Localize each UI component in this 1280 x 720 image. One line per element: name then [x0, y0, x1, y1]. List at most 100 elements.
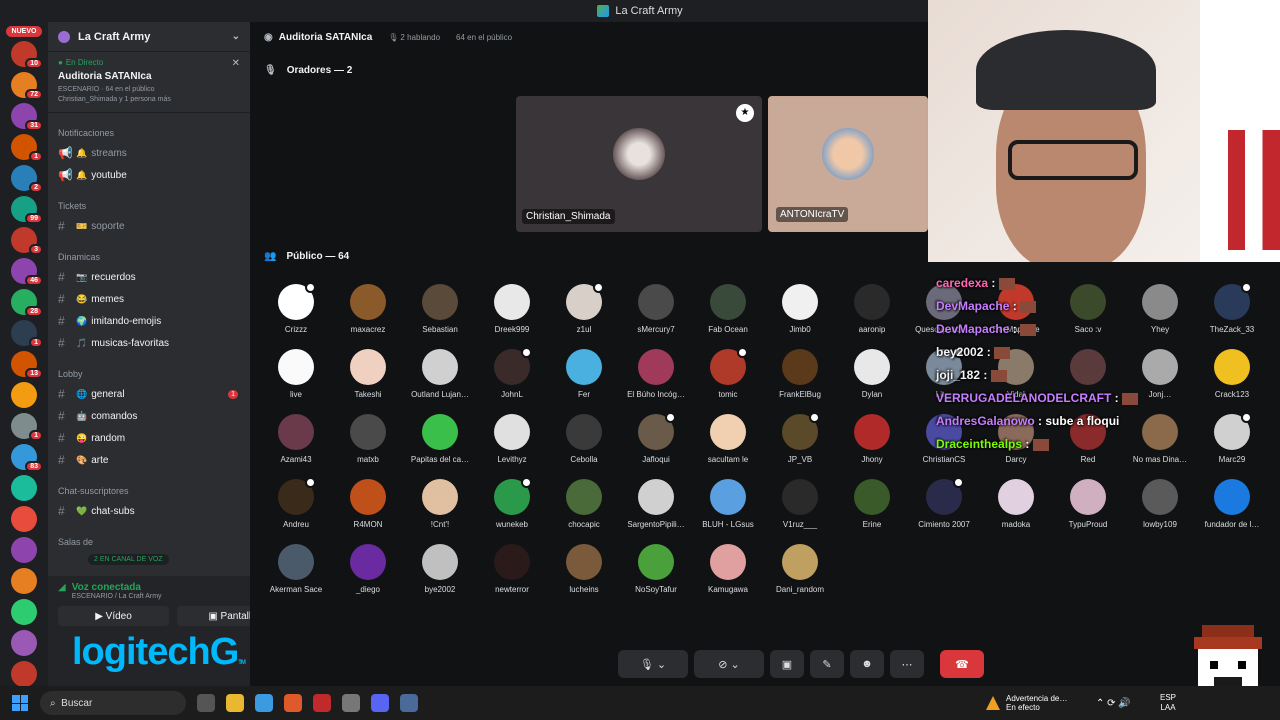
discord-icon[interactable] — [371, 694, 389, 712]
audience-member[interactable]: z1ul — [544, 282, 624, 334]
server-icon[interactable] — [11, 630, 37, 656]
audience-member[interactable]: sMercury7 — [616, 284, 696, 334]
signal-icon[interactable]: ◢ — [58, 582, 66, 593]
audience-member[interactable]: Akerman Sace — [256, 544, 336, 594]
audience-member[interactable]: Crack123 — [1192, 349, 1272, 399]
settings-icon[interactable] — [400, 694, 418, 712]
audience-member[interactable]: BLUH - LGsus — [688, 479, 768, 529]
audience-member[interactable]: lowby109 — [1120, 479, 1200, 529]
channel-youtube[interactable]: 📢 🔔 youtube — [48, 164, 250, 186]
audience-member[interactable]: Cimiento 2007 — [904, 477, 984, 529]
server-icon[interactable] — [11, 506, 37, 532]
file-explorer-icon[interactable] — [226, 694, 244, 712]
audience-member[interactable]: lucheins — [544, 544, 624, 594]
audience-member[interactable]: maxacrez — [328, 284, 408, 334]
leave-stage-button[interactable]: ☎ — [940, 650, 984, 678]
channel-random[interactable]: # 😜 random — [48, 427, 250, 449]
channel-category[interactable]: Salas de — [48, 522, 250, 551]
audience-member[interactable]: Sebastian — [400, 284, 480, 334]
audience-member[interactable]: chocapic — [544, 479, 624, 529]
audience-member[interactable]: El Búho Incóg… — [616, 349, 696, 399]
audience-member[interactable]: JP_VB — [760, 412, 840, 464]
audience-member[interactable]: newterror — [472, 544, 552, 594]
guild-header[interactable]: La Craft Army ⌄ — [48, 22, 250, 52]
audience-member[interactable]: Jafloqui — [616, 412, 696, 464]
channel-memes[interactable]: # 😂 memes — [48, 288, 250, 310]
server-icon[interactable] — [11, 599, 37, 625]
audience-member[interactable]: Jhony — [832, 414, 912, 464]
server-icon[interactable]: 10 — [11, 41, 43, 69]
audience-member[interactable]: live — [256, 349, 336, 399]
channel-recuerdos[interactable]: # 📷 recuerdos — [48, 266, 250, 288]
speaker-tile[interactable]: ★ Christian_Shimada — [516, 96, 762, 232]
weather-warning[interactable]: Advertencia de… En efecto — [986, 694, 1067, 712]
channel-comandos[interactable]: # 🤖 comandos — [48, 405, 250, 427]
server-icon[interactable]: 99 — [11, 196, 43, 224]
server-icon[interactable] — [11, 568, 37, 594]
server-icon[interactable]: 72 — [11, 72, 43, 100]
audience-member[interactable]: Jimb0 — [760, 284, 840, 334]
audience-member[interactable]: Levithyz — [472, 414, 552, 464]
activity-button[interactable]: ✎ — [810, 650, 844, 678]
audience-member[interactable]: wunekeb — [472, 477, 552, 529]
audience-member[interactable]: Dylan — [832, 349, 912, 399]
audience-member[interactable]: Azami43 — [256, 414, 336, 464]
audience-member[interactable]: tomic — [688, 347, 768, 399]
obs-icon[interactable] — [342, 694, 360, 712]
taskbar-search[interactable]: ⌕ Buscar — [40, 691, 186, 715]
server-icon[interactable]: 2 — [11, 165, 43, 193]
live-stage-card[interactable]: En Directo Auditoria SATANIca ESCENARIO … — [48, 52, 250, 113]
channel-category[interactable]: Dinamicas — [48, 237, 250, 266]
audience-member[interactable]: fundador de l… — [1192, 479, 1272, 529]
audience-member[interactable]: TypuProud — [1048, 479, 1128, 529]
speaker-tile[interactable]: ANTONIcraTV — [768, 96, 928, 232]
app-icon[interactable] — [313, 694, 331, 712]
video-button[interactable]: ▶ Vídeo — [58, 606, 169, 626]
screen-share-button[interactable]: ▣ — [770, 650, 804, 678]
channel-streams[interactable]: 📢 🔔 streams — [48, 142, 250, 164]
more-button[interactable]: ⋯ — [890, 650, 924, 678]
audience-member[interactable]: sacultam le — [688, 414, 768, 464]
audience-member[interactable]: Kamugawa — [688, 544, 768, 594]
server-icon[interactable] — [11, 661, 37, 686]
audience-member[interactable]: matxb — [328, 414, 408, 464]
channel-general[interactable]: # 🌐 general 1 — [48, 383, 250, 405]
camera-button[interactable]: ⊘ ⌄ — [694, 650, 764, 678]
brave-icon[interactable] — [284, 694, 302, 712]
audience-member[interactable]: Outland Lujan… — [400, 349, 480, 399]
audience-member[interactable]: Erine — [832, 479, 912, 529]
channel-category[interactable]: Tickets — [48, 186, 250, 215]
audience-member[interactable]: aaronip — [832, 284, 912, 334]
audience-member[interactable]: Dani_random — [760, 544, 840, 594]
task-view-icon[interactable] — [197, 694, 215, 712]
channel-category[interactable]: Lobby — [48, 354, 250, 383]
audience-member[interactable]: NoSoyTafur — [616, 544, 696, 594]
server-icon[interactable]: 31 — [11, 103, 43, 131]
audience-member[interactable]: TheZack_33 — [1192, 282, 1272, 334]
audience-member[interactable]: madoka — [976, 479, 1056, 529]
server-icon[interactable]: 1 — [11, 134, 43, 162]
audience-member[interactable]: Takeshi — [328, 349, 408, 399]
audience-member[interactable]: Crizzz — [256, 282, 336, 334]
server-icon[interactable] — [11, 382, 37, 408]
system-tray-icons[interactable]: ⌃ ⟳ 🔊 — [1096, 698, 1131, 709]
channel-arte[interactable]: # 🎨 arte — [48, 449, 250, 471]
audience-member[interactable]: Andreu — [256, 477, 336, 529]
channel-imitando-emojis[interactable]: # 🌍 imitando-emojis — [48, 310, 250, 332]
audience-member[interactable]: FrankElBug — [760, 349, 840, 399]
audience-member[interactable]: _diego — [328, 544, 408, 594]
channel-category[interactable]: Chat-suscriptores — [48, 471, 250, 500]
audience-member[interactable]: Fab Ocean — [688, 284, 768, 334]
server-icon[interactable] — [11, 475, 37, 501]
store-icon[interactable] — [255, 694, 273, 712]
channel-soporte[interactable]: # 🎫 soporte — [48, 215, 250, 237]
audience-member[interactable]: SargentoPipili… — [616, 479, 696, 529]
language-indicator[interactable]: ESP LAA — [1160, 693, 1176, 713]
invite-button[interactable]: ☻ — [850, 650, 884, 678]
server-icon[interactable]: 13 — [11, 351, 43, 379]
audience-member[interactable]: Fer — [544, 349, 624, 399]
server-icon[interactable]: 46 — [11, 258, 43, 286]
windows-start-icon[interactable] — [12, 695, 28, 711]
audience-member[interactable]: Marc29 — [1192, 412, 1272, 464]
audience-member[interactable]: R4MON — [328, 479, 408, 529]
